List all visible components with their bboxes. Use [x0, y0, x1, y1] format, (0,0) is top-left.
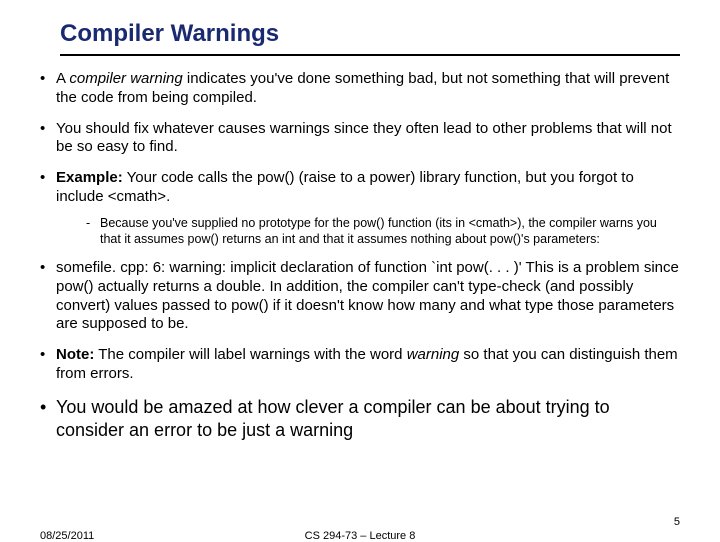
text: You would be amazed at how clever a comp…	[56, 397, 610, 440]
bullet-list: A compiler warning indicates you've done…	[40, 70, 680, 442]
bullet-item: You should fix whatever causes warnings …	[40, 120, 680, 158]
strong-label: Note:	[56, 346, 94, 363]
text: A	[56, 70, 69, 87]
slide-title: Compiler Warnings	[60, 20, 680, 56]
sub-bullet-item: Because you've supplied no prototype for…	[86, 215, 680, 248]
emphasis: compiler warning	[69, 70, 182, 87]
text: You should fix whatever causes warnings …	[56, 120, 672, 156]
text: somefile. cpp: 6: warning: implicit decl…	[56, 259, 679, 332]
bullet-item: You would be amazed at how clever a comp…	[40, 396, 680, 443]
text: Because you've supplied no prototype for…	[100, 216, 657, 246]
bullet-item: Example: Your code calls the pow() (rais…	[40, 169, 680, 247]
bullet-item: A compiler warning indicates you've done…	[40, 70, 680, 108]
bullet-item: somefile. cpp: 6: warning: implicit decl…	[40, 259, 680, 334]
text: Your code calls the pow() (raise to a po…	[56, 169, 634, 205]
strong-label: Example:	[56, 169, 123, 186]
text: The compiler will label warnings with th…	[94, 346, 406, 363]
slide: Compiler Warnings A compiler warning ind…	[0, 0, 720, 540]
sub-list: Because you've supplied no prototype for…	[86, 215, 680, 248]
bullet-item: Note: The compiler will label warnings w…	[40, 346, 680, 384]
page-number: 5	[674, 516, 680, 528]
emphasis: warning	[407, 346, 460, 363]
footer-center: CS 294-73 – Lecture 8	[0, 530, 720, 542]
